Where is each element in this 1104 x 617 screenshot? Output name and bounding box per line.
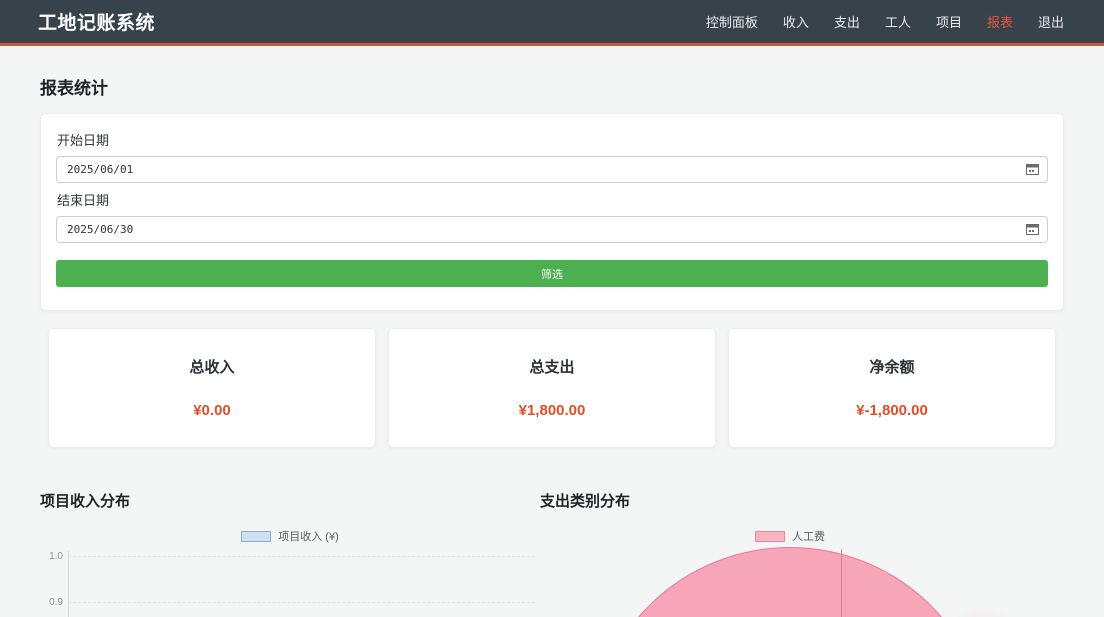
- grid-line: [68, 556, 535, 557]
- stat-card-total-expense: 总支出 ¥1,800.00: [388, 328, 716, 448]
- end-date-input[interactable]: [56, 216, 1048, 243]
- stat-label: 总收入: [49, 356, 375, 377]
- legend-swatch-pink: [755, 531, 785, 542]
- end-date-wrap: [56, 216, 1048, 243]
- income-bar-chart: 1.0 0.9 0.8: [40, 551, 540, 617]
- pie-slice-start-edge: [841, 549, 842, 617]
- income-chart-section: 项目收入分布 项目收入 (¥) 1.0 0.9 0.8: [40, 490, 540, 617]
- charts-row: 项目收入分布 项目收入 (¥) 1.0 0.9 0.8: [40, 490, 1064, 617]
- stats-row: 总收入 ¥0.00 总支出 ¥1,800.00 净余额 ¥-1,800.00: [40, 328, 1064, 448]
- pie-slice-labor-cost[interactable]: [590, 547, 990, 617]
- y-tick-label: 1.0: [40, 551, 63, 562]
- nav-item-income[interactable]: 收入: [783, 12, 809, 31]
- income-chart-title: 项目收入分布: [40, 490, 540, 511]
- nav-item-logout[interactable]: 退出: [1038, 12, 1064, 31]
- stat-card-net-balance: 净余额 ¥-1,800.00: [728, 328, 1056, 448]
- pie-soft-shadow: [935, 607, 1030, 617]
- page-title: 报表统计: [40, 74, 1064, 99]
- grid-line: [68, 602, 535, 603]
- calendar-icon[interactable]: [1026, 163, 1039, 175]
- expense-pie-chart: [540, 547, 1040, 617]
- app-brand[interactable]: 工地记账系统: [38, 8, 155, 35]
- start-date-wrap: [56, 156, 1048, 183]
- stat-label: 总支出: [389, 356, 715, 377]
- start-date-label: 开始日期: [57, 130, 1048, 149]
- stat-card-total-income: 总收入 ¥0.00: [48, 328, 376, 448]
- legend-label: 人工费: [792, 528, 825, 544]
- filter-submit-button[interactable]: 筛选: [56, 260, 1048, 287]
- expense-chart-title: 支出类别分布: [540, 490, 1040, 511]
- expense-chart-section: 支出类别分布 人工费: [540, 490, 1040, 617]
- income-chart-legend[interactable]: 项目收入 (¥): [40, 528, 540, 544]
- stat-label: 净余额: [729, 356, 1055, 377]
- stat-value: ¥0.00: [49, 402, 375, 419]
- y-tick-label: 0.9: [40, 597, 63, 608]
- nav-item-reports[interactable]: 报表: [987, 12, 1013, 31]
- nav-item-workers[interactable]: 工人: [885, 12, 911, 31]
- calendar-icon[interactable]: [1026, 223, 1039, 235]
- end-date-label: 结束日期: [57, 190, 1048, 209]
- nav-item-expense[interactable]: 支出: [834, 12, 860, 31]
- legend-swatch-blue: [241, 531, 271, 542]
- stat-value: ¥1,800.00: [389, 402, 715, 419]
- top-navbar: 工地记账系统 控制面板 收入 支出 工人 项目 报表 退出: [0, 0, 1104, 46]
- start-date-input[interactable]: [56, 156, 1048, 183]
- expense-chart-legend[interactable]: 人工费: [540, 528, 1040, 544]
- nav-item-dashboard[interactable]: 控制面板: [706, 12, 758, 31]
- nav-item-projects[interactable]: 项目: [936, 12, 962, 31]
- y-axis: [68, 551, 69, 617]
- nav-links: 控制面板 收入 支出 工人 项目 报表 退出: [706, 12, 1064, 31]
- date-filter-card: 开始日期 结束日期 筛选: [40, 113, 1064, 311]
- legend-label: 项目收入 (¥): [278, 528, 339, 544]
- stat-value: ¥-1,800.00: [729, 402, 1055, 419]
